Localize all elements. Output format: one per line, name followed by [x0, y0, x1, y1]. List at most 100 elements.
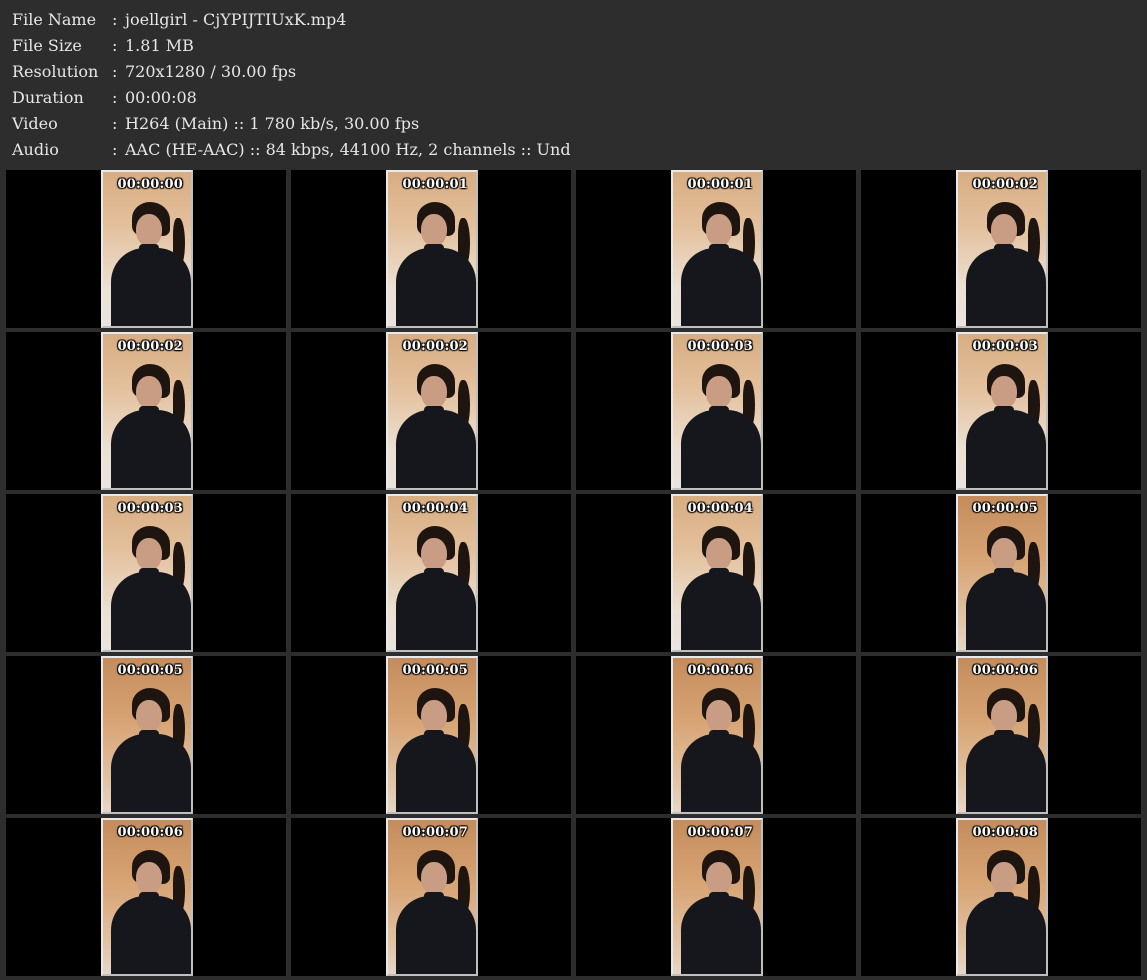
thumbnail-frame: 00:00:03 — [671, 332, 763, 490]
thumbnail-cell: 00:00:06 — [576, 656, 856, 814]
figure-face — [706, 214, 732, 246]
thumbnail-frame: 00:00:05 — [386, 656, 478, 814]
thumbnail-cell: 00:00:04 — [291, 494, 571, 652]
figure-sweater — [111, 734, 191, 812]
thumbnail-timestamp: 00:00:04 — [687, 501, 753, 516]
info-separator: : — [112, 36, 118, 55]
thumbnail-timestamp: 00:00:00 — [117, 177, 183, 192]
thumbnail-frame: 00:00:08 — [956, 818, 1048, 976]
figure-sweater — [111, 896, 191, 974]
thumbnail-timestamp: 00:00:04 — [402, 501, 468, 516]
figure-face — [706, 700, 732, 732]
info-value: joellgirl - CjYPIJTIUxK.mp4 — [125, 10, 347, 29]
info-label: Duration — [12, 88, 84, 107]
thumbnail-timestamp: 00:00:02 — [972, 177, 1038, 192]
figure-sweater — [396, 896, 476, 974]
figure-sweater — [966, 572, 1046, 650]
thumbnail-cell: 00:00:04 — [576, 494, 856, 652]
figure-face — [421, 700, 447, 732]
info-value: AAC (HE-AAC) :: 84 kbps, 44100 Hz, 2 cha… — [125, 140, 571, 159]
figure-face — [991, 862, 1017, 894]
figure-face — [706, 538, 732, 570]
figure-sweater — [966, 248, 1046, 326]
figure-sweater — [111, 410, 191, 488]
thumbnail-cell: 00:00:06 — [861, 656, 1141, 814]
thumbnail-timestamp: 00:00:02 — [117, 339, 183, 354]
thumbnail-timestamp: 00:00:01 — [687, 177, 753, 192]
thumbnail-frame: 00:00:07 — [671, 818, 763, 976]
info-row-audio: Audio : AAC (HE-AAC) :: 84 kbps, 44100 H… — [12, 137, 1132, 163]
thumbnail-timestamp: 00:00:03 — [972, 339, 1038, 354]
thumbnail-cell: 00:00:08 — [861, 818, 1141, 976]
thumbnail-cell: 00:00:07 — [576, 818, 856, 976]
thumbnail-frame: 00:00:00 — [101, 170, 193, 328]
thumbnail-cell: 00:00:05 — [291, 656, 571, 814]
thumbnail-timestamp: 00:00:07 — [687, 825, 753, 840]
figure-face — [136, 214, 162, 246]
figure-face — [421, 214, 447, 246]
figure-sweater — [966, 410, 1046, 488]
figure-sweater — [681, 896, 761, 974]
thumbnail-frame: 00:00:03 — [101, 494, 193, 652]
thumbnail-frame: 00:00:05 — [101, 656, 193, 814]
thumbnail-frame: 00:00:07 — [386, 818, 478, 976]
thumbnail-frame: 00:00:01 — [386, 170, 478, 328]
info-row-resolution: Resolution : 720x1280 / 30.00 fps — [12, 59, 1132, 85]
thumbnail-timestamp: 00:00:02 — [402, 339, 468, 354]
figure-face — [421, 862, 447, 894]
thumbnail-frame: 00:00:04 — [386, 494, 478, 652]
thumbnail-cell: 00:00:03 — [6, 494, 286, 652]
thumbnail-timestamp: 00:00:08 — [972, 825, 1038, 840]
thumbnail-cell: 00:00:01 — [291, 170, 571, 328]
info-row-file-size: File Size : 1.81 MB — [12, 33, 1132, 59]
figure-sweater — [966, 896, 1046, 974]
info-value: 00:00:08 — [125, 88, 197, 107]
thumbnail-cell: 00:00:02 — [861, 170, 1141, 328]
thumbnail-frame: 00:00:05 — [956, 494, 1048, 652]
info-value: 720x1280 / 30.00 fps — [125, 62, 297, 81]
thumbnail-timestamp: 00:00:07 — [402, 825, 468, 840]
thumbnail-grid: 00:00:00 00:00:01 00:00:01 00:00:02 00:00:02… — [6, 170, 1142, 978]
thumbnail-cell: 00:00:05 — [861, 494, 1141, 652]
thumbnail-cell: 00:00:03 — [861, 332, 1141, 490]
info-separator: : — [112, 10, 118, 29]
figure-face — [706, 862, 732, 894]
info-label: Resolution — [12, 62, 99, 81]
thumbnail-timestamp: 00:00:05 — [117, 663, 183, 678]
thumbnail-timestamp: 00:00:03 — [687, 339, 753, 354]
thumbnail-frame: 00:00:03 — [956, 332, 1048, 490]
info-separator: : — [112, 88, 118, 107]
figure-sweater — [396, 734, 476, 812]
thumbnail-cell: 00:00:06 — [6, 818, 286, 976]
figure-face — [136, 376, 162, 408]
figure-sweater — [681, 572, 761, 650]
figure-face — [991, 700, 1017, 732]
thumbnail-cell: 00:00:02 — [291, 332, 571, 490]
figure-face — [706, 376, 732, 408]
figure-sweater — [681, 248, 761, 326]
thumbnail-cell: 00:00:03 — [576, 332, 856, 490]
thumbnail-timestamp: 00:00:06 — [972, 663, 1038, 678]
figure-sweater — [966, 734, 1046, 812]
info-value: 1.81 MB — [125, 36, 194, 55]
info-separator: : — [112, 62, 118, 81]
figure-sweater — [396, 410, 476, 488]
figure-face — [421, 538, 447, 570]
thumbnail-timestamp: 00:00:01 — [402, 177, 468, 192]
thumbnail-cell: 00:00:02 — [6, 332, 286, 490]
figure-sweater — [396, 248, 476, 326]
info-label: File Size — [12, 36, 82, 55]
thumbnail-frame: 00:00:04 — [671, 494, 763, 652]
thumbnail-cell: 00:00:07 — [291, 818, 571, 976]
thumbnail-timestamp: 00:00:06 — [687, 663, 753, 678]
figure-face — [136, 700, 162, 732]
thumbnail-frame: 00:00:02 — [956, 170, 1048, 328]
figure-face — [136, 538, 162, 570]
thumbnail-cell: 00:00:05 — [6, 656, 286, 814]
info-label: File Name — [12, 10, 97, 29]
thumbnail-frame: 00:00:06 — [671, 656, 763, 814]
thumbnail-timestamp: 00:00:05 — [402, 663, 468, 678]
info-row-file-name: File Name : joellgirl - CjYPIJTIUxK.mp4 — [12, 7, 1132, 33]
info-row-duration: Duration : 00:00:08 — [12, 85, 1132, 111]
figure-face — [991, 214, 1017, 246]
